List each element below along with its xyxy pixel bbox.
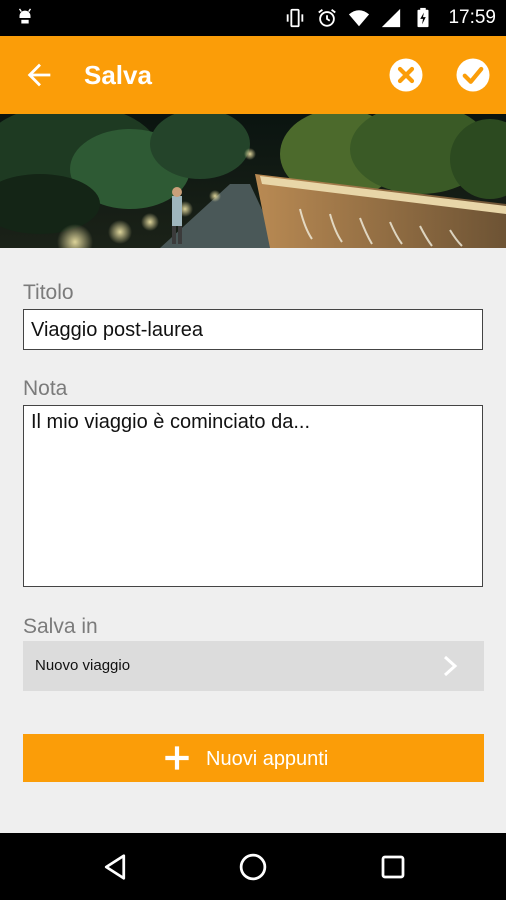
signal-icon: [382, 8, 401, 28]
chevron-right-icon: [443, 655, 458, 677]
status-bar: 17:59: [0, 0, 506, 36]
note-field[interactable]: Il mio viaggio è cominciato da...: [23, 405, 483, 587]
new-notes-label: Nuovi appunti: [206, 748, 329, 770]
save-in-value: Nuovo viaggio: [35, 657, 131, 674]
battery-charging-icon: [417, 7, 429, 28]
app-bar: Salva: [0, 36, 506, 114]
navigation-bar: [0, 833, 506, 900]
note-label: Nota: [23, 377, 68, 400]
page-title: Salva: [84, 60, 152, 90]
vibrate-icon: [287, 8, 304, 28]
title-field[interactable]: Viaggio post-laurea: [23, 309, 483, 350]
recents-square-icon[interactable]: [378, 852, 408, 882]
home-circle-icon[interactable]: [238, 852, 268, 882]
title-label: Titolo: [23, 281, 74, 304]
arrow-back-icon[interactable]: [22, 58, 56, 92]
close-circle-icon[interactable]: [388, 57, 424, 93]
wifi-icon: [349, 10, 370, 27]
check-circle-icon[interactable]: [455, 57, 491, 93]
plus-icon: [165, 746, 189, 770]
save-in-label: Salva in: [23, 615, 98, 638]
header-image: [0, 114, 506, 248]
alarm-icon: [318, 9, 337, 27]
back-triangle-icon[interactable]: [100, 852, 130, 882]
save-in-selector[interactable]: Nuovo viaggio: [23, 641, 484, 691]
android-icon: [18, 8, 32, 24]
new-notes-button[interactable]: Nuovi appunti: [23, 734, 484, 782]
clock: 17:59: [448, 7, 496, 28]
